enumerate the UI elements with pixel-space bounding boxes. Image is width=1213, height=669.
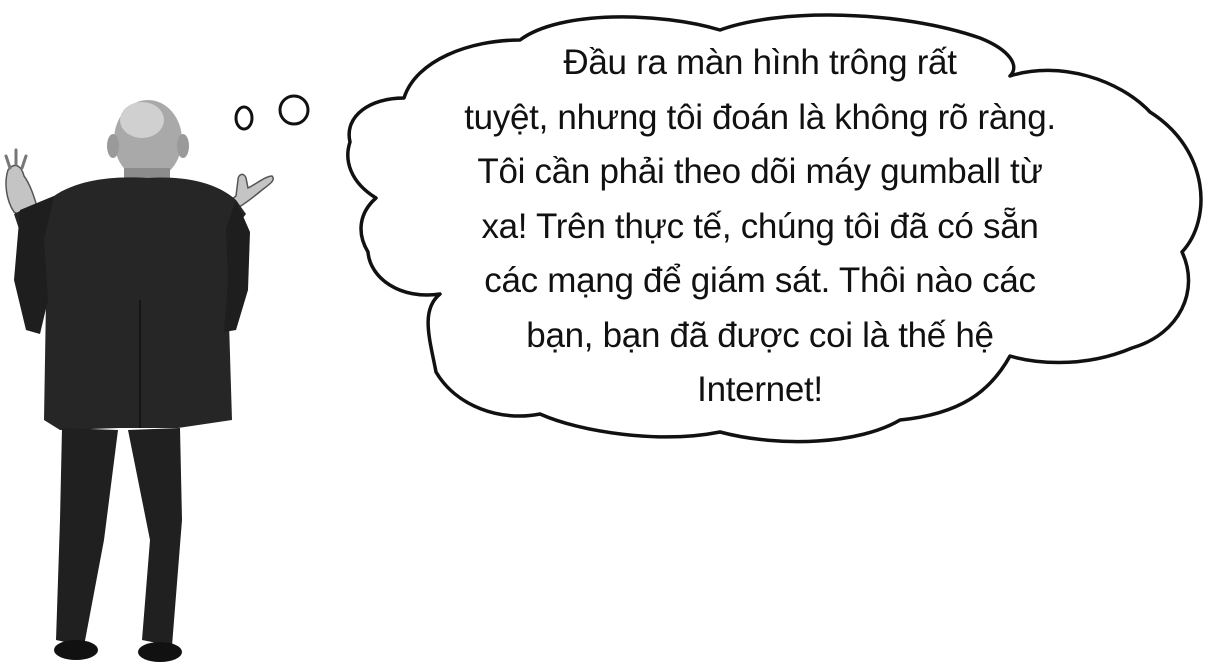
thought-line-1: Đầu ra màn hình trông rất [563, 43, 957, 82]
thought-bubble-text: Đầu ra màn hình trông rất tuyệt, nhưng t… [400, 36, 1120, 418]
thought-line-6: bạn, bạn đã được coi là thế hệ [526, 315, 994, 355]
thought-line-3: Tôi cần phải theo dõi máy gumball từ [477, 152, 1043, 191]
thought-dot-small [234, 105, 254, 131]
thought-dot-large [278, 94, 310, 126]
thought-line-4: xa! Trên thực tế, chúng tôi đã có sẵn [481, 206, 1039, 246]
thought-line-7: Internet! [697, 370, 823, 409]
thought-line-2: tuyệt, nhưng tôi đoán là không rõ ràng. [464, 97, 1056, 137]
thought-line-5: các mạng để giám sát. Thôi nào các [484, 261, 1036, 300]
scene: Đầu ra màn hình trông rất tuyệt, nhưng t… [0, 0, 1213, 669]
